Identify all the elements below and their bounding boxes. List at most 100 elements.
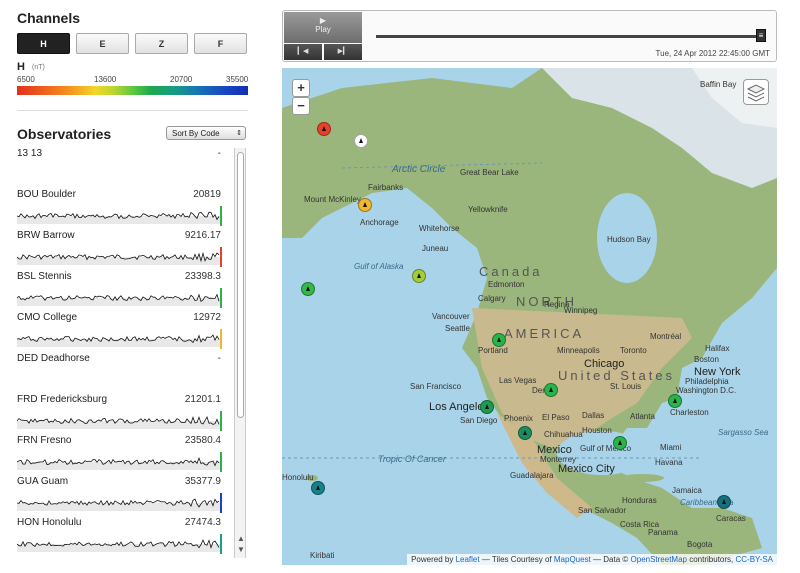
map-label: Baffin Bay (700, 80, 737, 89)
map-label: Panama (648, 528, 678, 537)
map-label: El Paso (542, 413, 570, 422)
map-label: San Francisco (410, 382, 462, 391)
scale-tick-max: 35500 (226, 75, 249, 84)
color-indicator (220, 452, 222, 472)
observatory-value: 23580.4 (184, 435, 221, 446)
map-label: Tropic Of Cancer (378, 454, 446, 464)
map-label: Whitehorse (419, 224, 460, 233)
observatory-row[interactable]: CMO College 12972 (17, 312, 223, 353)
map-label: Caracas (716, 514, 746, 523)
map-label: AMERICA (504, 326, 585, 341)
observatory-marker-bou[interactable] (544, 383, 558, 397)
observatory-value: 9216.17 (184, 230, 221, 241)
scroll-up-icon[interactable]: ▲ (237, 534, 245, 543)
scale-tick-min: 6500 (17, 75, 35, 84)
zoom-in-button[interactable]: + (292, 79, 310, 97)
sparkline (17, 452, 222, 472)
channel-e-button[interactable]: E (76, 33, 129, 54)
timestamp: Tue, 24 Apr 2012 22:45:00 GMT (655, 49, 770, 58)
step-forward-button[interactable]: ▶▎ (324, 44, 362, 60)
map-label: Arctic Circle (392, 164, 446, 175)
sparkline (17, 411, 222, 431)
list-scrollbar[interactable]: ▲ ▼ (234, 148, 246, 558)
map-label: Montréal (650, 332, 682, 341)
map-label: Hudson Bay (607, 235, 651, 244)
channel-h-button[interactable]: H (17, 33, 70, 54)
map-label: Chihuahua (544, 430, 583, 439)
map-label: Las Vegas (499, 376, 537, 385)
map[interactable]: + − Arctic Circle Great Bear Lake Fairba… (282, 68, 777, 565)
observatory-marker-sjg[interactable] (717, 495, 731, 509)
observatory-row[interactable]: FRD Fredericksburg 21201.1 (17, 394, 223, 435)
observatory-name: BRW Barrow (17, 230, 75, 241)
map-label: Vancouver (432, 312, 470, 321)
sparkline (17, 247, 222, 267)
play-button[interactable]: ▶ Play (284, 12, 362, 43)
layers-icon (746, 84, 766, 102)
channel-z-button[interactable]: Z (135, 33, 188, 54)
observatory-row[interactable]: DED Deadhorse - (17, 353, 223, 394)
time-slider-track[interactable] (376, 35, 766, 38)
map-label: Yellowknife (468, 205, 508, 214)
observatory-list[interactable]: 13 13- BOU Boulder 20819 BRW Barrow 9216.17 B… (17, 148, 223, 558)
scrollbar-thumb[interactable] (237, 152, 244, 418)
observatory-value: 35377.9 (184, 476, 221, 487)
observatory-row[interactable]: BRW Barrow 9216.17 (17, 230, 223, 271)
observatory-row[interactable]: BOU Boulder 20819 (17, 189, 223, 230)
observatory-value: 12972 (193, 312, 221, 323)
map-label: Edmonton (488, 280, 525, 289)
observatory-value: 23398.3 (184, 271, 221, 282)
observatory-row[interactable]: HON Honolulu 27474.3 (17, 517, 223, 558)
map-label: Kiribati (310, 551, 335, 560)
observatory-row[interactable]: 13 13 - (17, 148, 223, 189)
observatory-marker-frn[interactable] (480, 400, 494, 414)
layers-button[interactable] (743, 79, 769, 105)
observatory-marker-shu[interactable] (301, 282, 315, 296)
map-label: Houston (582, 426, 612, 435)
zoom-out-button[interactable]: − (292, 97, 310, 115)
observatory-row[interactable]: BSL Stennis 23398.3 (17, 271, 223, 312)
map-label: Seattle (445, 324, 470, 333)
time-player: ▶ Play ▎◀ ▶▎ ≡ Tue, 24 Apr 2012 22:45:00… (282, 10, 777, 62)
map-label: Jamaica (672, 486, 702, 495)
map-label: Anchorage (360, 218, 399, 227)
observatory-value: 27474.3 (184, 517, 221, 528)
color-indicator (220, 206, 222, 226)
observatory-marker-tuc[interactable] (518, 426, 532, 440)
scroll-down-icon[interactable]: ▼ (237, 545, 245, 554)
observatory-name: HON Honolulu (17, 517, 82, 528)
map-label: Havana (655, 458, 683, 467)
observatory-marker-ded[interactable] (354, 134, 368, 148)
mapquest-link[interactable]: MapQuest (554, 555, 591, 564)
map-label: Fairbanks (368, 183, 404, 192)
sort-select[interactable]: Sort By Code ⇕ (166, 126, 246, 140)
license-link[interactable]: CC-BY-SA (736, 555, 774, 564)
attr-powered: Powered by (411, 555, 454, 564)
observatory-marker-hon[interactable] (311, 481, 325, 495)
sparkline (17, 493, 222, 513)
map-label: Canada (479, 264, 543, 279)
observatory-marker-brw[interactable] (317, 122, 331, 136)
osm-link[interactable]: OpenStreetMap (631, 555, 687, 564)
observatory-marker-cmo[interactable] (358, 198, 372, 212)
play-icon: ▶ (319, 16, 327, 25)
observatory-marker-new[interactable] (492, 333, 506, 347)
step-back-button[interactable]: ▎◀ (284, 44, 322, 60)
channel-f-button[interactable]: F (194, 33, 247, 54)
observatory-row[interactable]: FRN Fresno 23580.4 (17, 435, 223, 476)
map-attribution: Powered by Leaflet — Tiles Courtesy of M… (407, 554, 777, 565)
leaflet-link[interactable]: Leaflet (456, 555, 480, 564)
observatories-title: Observatories (17, 126, 112, 142)
observatory-name: BSL Stennis (17, 271, 72, 282)
observatory-marker-frd[interactable] (668, 394, 682, 408)
observatory-marker-bsl[interactable] (613, 436, 627, 450)
observatory-marker-sit[interactable] (412, 269, 426, 283)
scale-tick-2: 13600 (94, 75, 117, 84)
observatory-row[interactable]: GUA Guam 35377.9 (17, 476, 223, 517)
observatory-name: CMO College (17, 312, 78, 323)
time-slider-handle[interactable]: ≡ (756, 29, 766, 42)
map-label: Boston (694, 355, 719, 364)
attr-tiles: — Tiles Courtesy of (481, 555, 552, 564)
observatory-name: 13 13 (17, 148, 43, 159)
map-label: Dallas (582, 411, 605, 420)
